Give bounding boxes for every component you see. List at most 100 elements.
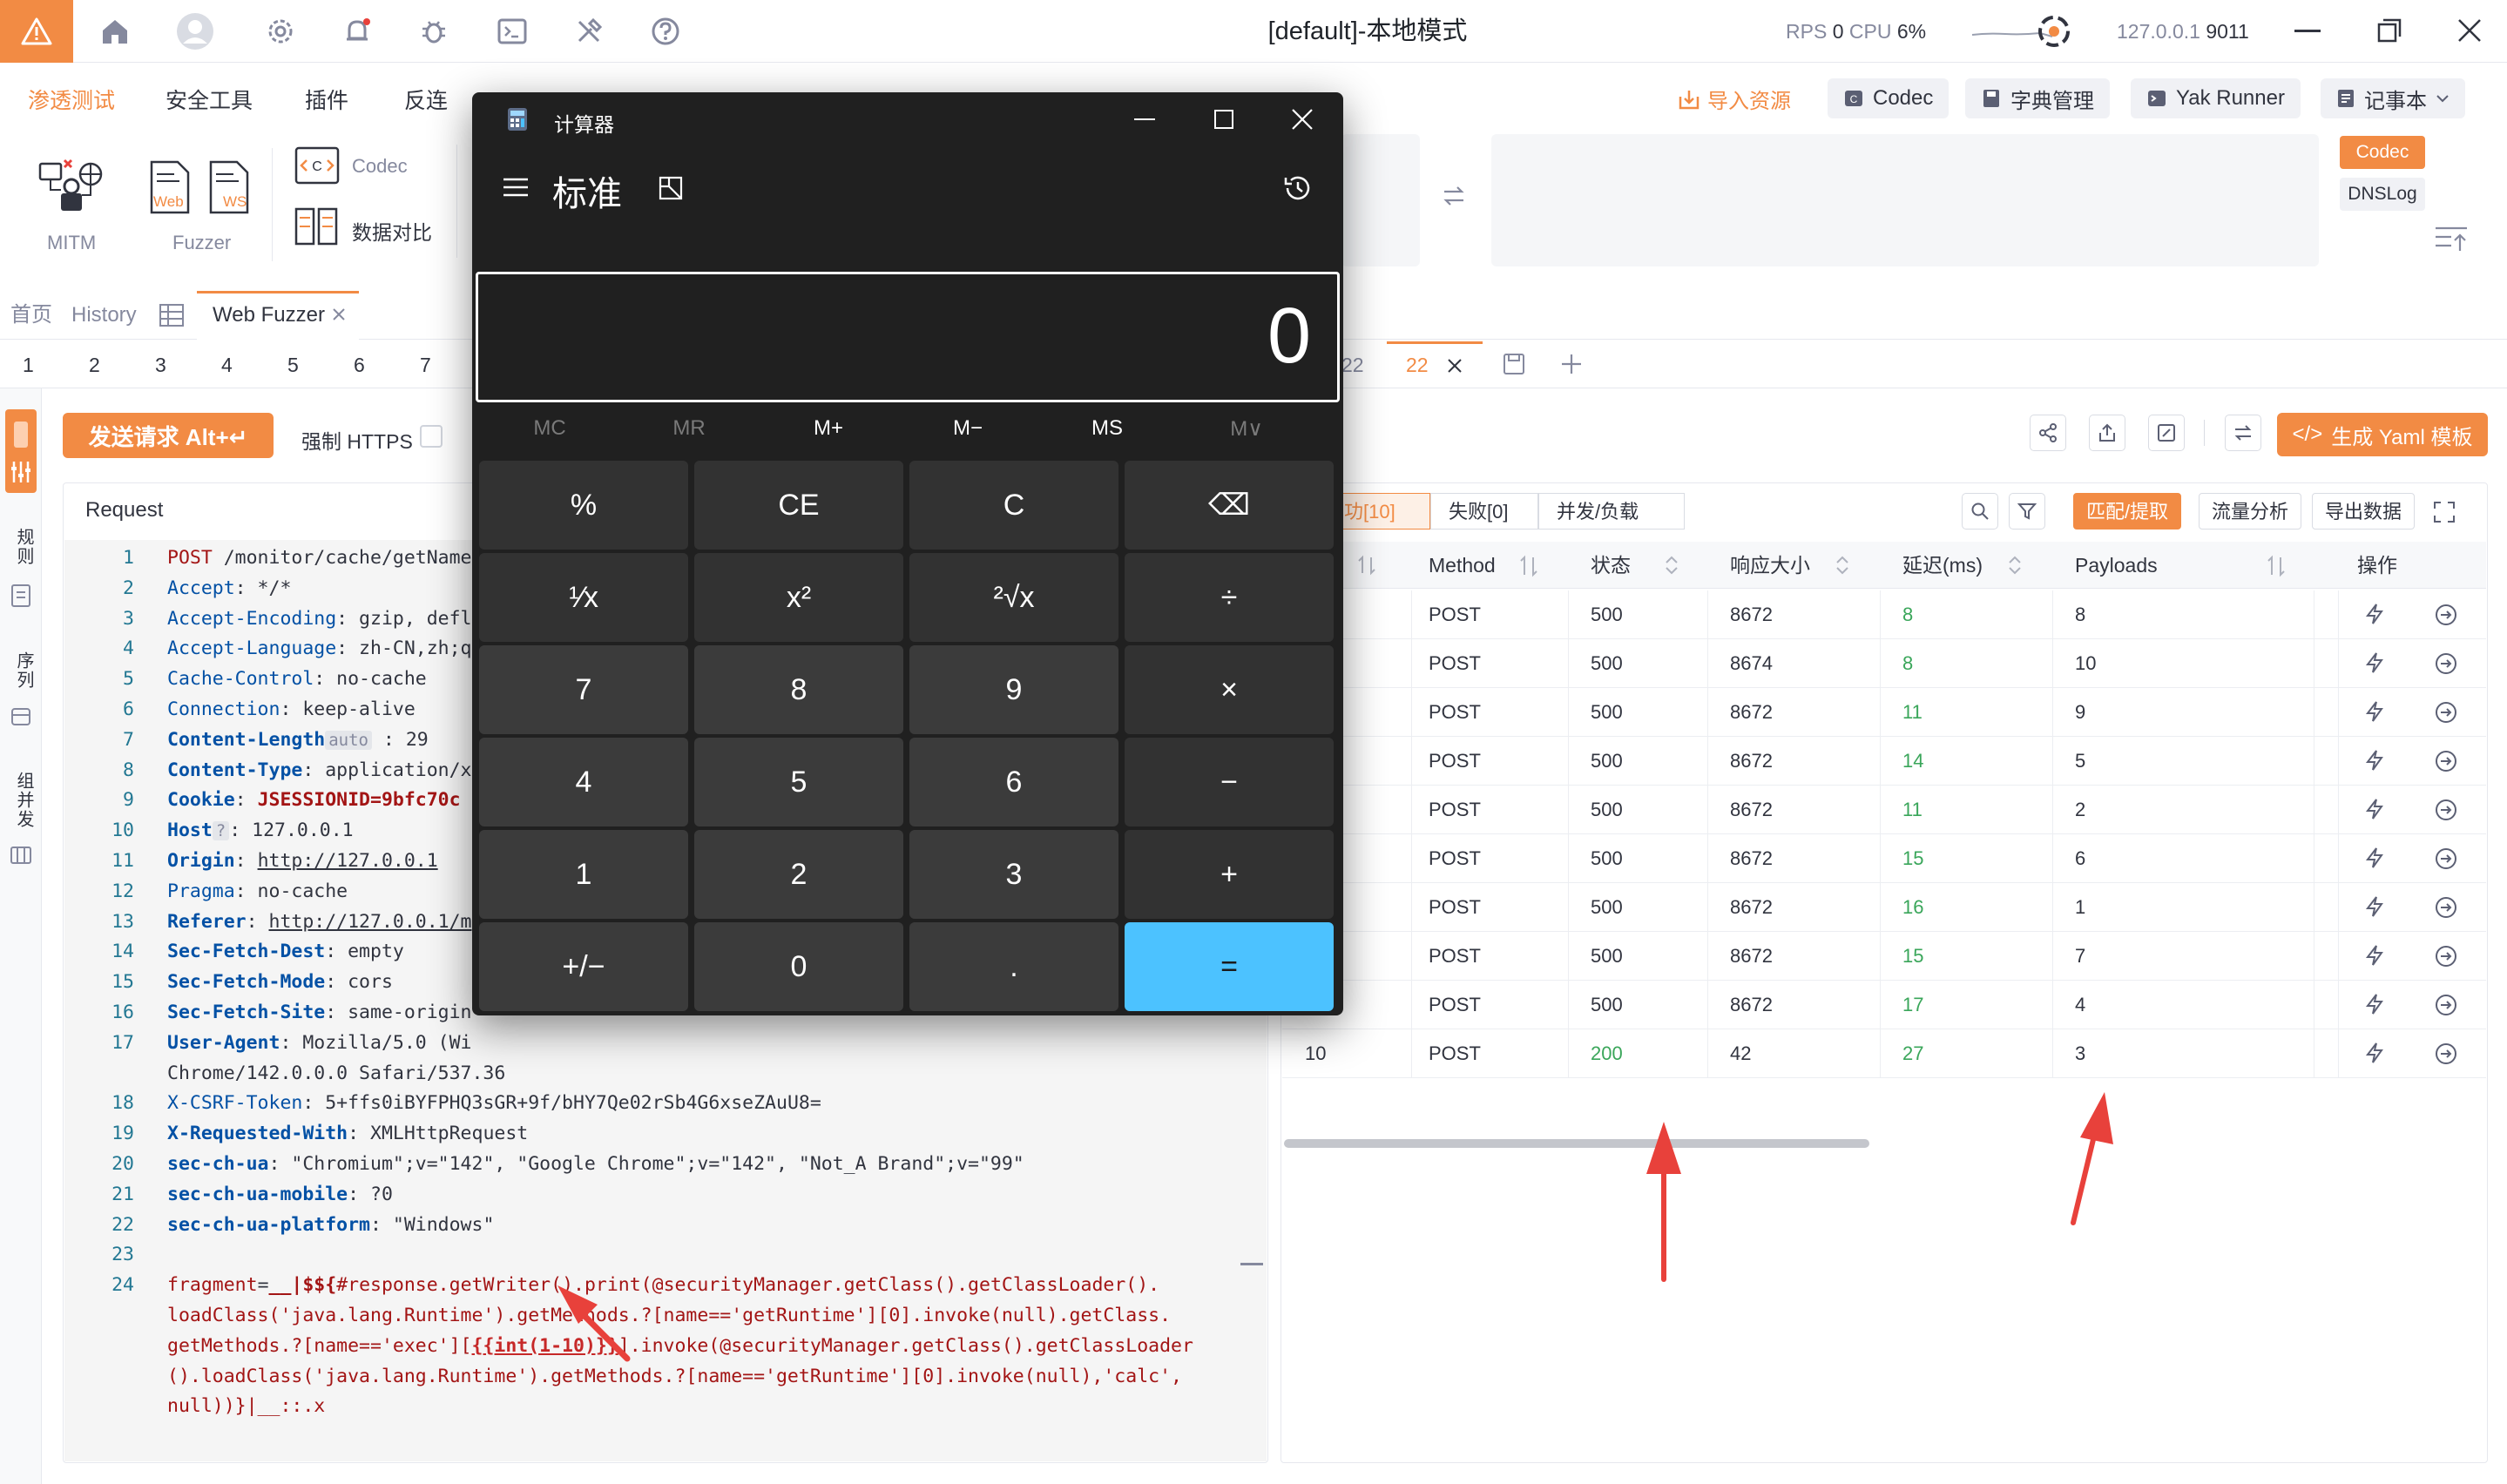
col-delay[interactable]: 延迟(ms) [1902,542,1983,589]
keep-on-top-icon[interactable] [657,174,685,202]
lightning-icon[interactable] [2364,993,2385,1015]
export-icon[interactable] [2089,415,2125,451]
page-tab-3[interactable]: 3 [155,341,166,388]
codec-side-tag[interactable]: Codec [2340,136,2425,169]
generate-yaml-button[interactable]: </> 生成 Yaml 模板 [2277,413,2488,456]
page-tab-4[interactable]: 4 [221,341,233,388]
calc-key[interactable]: 8 [694,645,903,734]
calc-key[interactable]: − [1125,738,1334,826]
calc-key[interactable]: 1 [479,830,688,919]
calc-key[interactable]: +/− [479,922,688,1011]
horizontal-scrollbar[interactable] [1284,1139,1869,1148]
menu-tab-plugins[interactable]: 插件 [305,84,348,115]
nav-tab-home[interactable]: 首页 [10,291,52,340]
arrow-right-circle-icon[interactable] [2434,1042,2458,1066]
compare-icon[interactable] [293,206,341,247]
lightning-icon[interactable] [2364,1042,2385,1064]
col-payloads[interactable]: Payloads [2075,542,2158,589]
memory-button[interactable]: M+ [759,416,898,441]
codec-button[interactable]: C Codec [1828,78,1950,118]
tab-fail[interactable]: 失败[0] [1430,493,1538,530]
mitm-icon[interactable] [35,155,113,219]
traffic-analysis-button[interactable]: 流量分析 [2199,493,2302,530]
calc-key[interactable]: 7 [479,645,688,734]
memory-button[interactable]: MR [619,416,759,441]
avatar[interactable] [176,12,214,51]
sort-icon[interactable] [1662,554,1681,577]
lightning-icon[interactable] [2364,798,2385,820]
force-https-checkbox[interactable] [420,425,443,448]
yak-runner-button[interactable]: Yak Runner [2131,78,2301,118]
page-tab-22-prev[interactable]: 22 [1341,341,1364,388]
concurrency-side-tab[interactable]: 组并发 [5,772,37,829]
calc-key[interactable]: ¹⁄x [479,553,688,642]
memory-button[interactable]: M− [898,416,1037,441]
share-icon[interactable] [2030,415,2066,451]
add-tab-icon[interactable] [1559,352,1584,376]
sort-icon[interactable] [1833,554,1852,577]
col-method[interactable]: Method [1429,542,1496,589]
menu-tab-security-tools[interactable]: 安全工具 [166,84,253,115]
help-icon[interactable] [646,12,685,51]
terminal-icon[interactable] [493,12,531,51]
menu-icon[interactable] [502,176,530,199]
arrow-right-circle-icon[interactable] [2434,895,2458,920]
lightning-icon[interactable] [2364,749,2385,772]
calc-key[interactable]: 3 [909,830,1118,919]
calc-key[interactable]: ÷ [1125,553,1334,642]
calc-key[interactable]: 6 [909,738,1118,826]
rules-side-tab[interactable]: 规则 [5,528,37,566]
col-size[interactable]: 响应大小 [1730,542,1810,589]
gear-icon[interactable] [261,12,300,51]
nav-tab-history[interactable]: History [71,291,137,340]
page-tab-5[interactable]: 5 [287,341,299,388]
calc-key[interactable]: . [909,922,1118,1011]
calc-key[interactable]: 5 [694,738,903,826]
match-extract-button[interactable]: 匹配/提取 [2073,493,2182,530]
arrow-right-circle-icon[interactable] [2434,749,2458,773]
calc-key[interactable]: ²√x [909,553,1118,642]
minimize-button[interactable] [2294,30,2321,32]
calc-close-button[interactable] [1291,108,1314,131]
arrow-right-circle-icon[interactable] [2434,651,2458,676]
calc-minimize-button[interactable] [1134,118,1155,120]
page-tab-22-active[interactable] [1387,341,1483,388]
warning-icon[interactable] [0,0,73,63]
send-request-button[interactable]: 发送请求 Alt+↵ [63,413,274,458]
save-icon[interactable] [1502,352,1526,376]
lightning-icon[interactable] [2364,847,2385,869]
calc-key[interactable]: x² [694,553,903,642]
arrow-right-circle-icon[interactable] [2434,993,2458,1017]
calc-key[interactable]: 4 [479,738,688,826]
memory-button[interactable]: M∨ [1177,416,1316,442]
swap-icon[interactable] [1441,183,1467,209]
lightning-icon[interactable] [2364,944,2385,967]
menu-tab-pentest[interactable]: 渗透测试 [28,84,115,115]
config-side-tab[interactable] [5,409,37,493]
arrow-right-circle-icon[interactable] [2434,847,2458,871]
arrow-right-circle-icon[interactable] [2434,603,2458,627]
sort-icon[interactable] [2267,552,2286,578]
fullscreen-icon[interactable] [2432,500,2456,524]
col-status[interactable]: 状态 [1591,542,1631,589]
sequence-side-tab[interactable]: 序列 [5,651,37,690]
lightning-icon[interactable] [2364,700,2385,723]
tools-icon[interactable] [570,12,608,51]
close-window-button[interactable] [2456,17,2483,44]
memory-button[interactable]: MS [1037,416,1177,441]
arrow-right-circle-icon[interactable] [2434,798,2458,822]
calc-key[interactable]: 0 [694,922,903,1011]
codec-tool-icon[interactable]: C [293,145,341,186]
notebook-button[interactable]: 记事本 [2321,78,2465,118]
menu-tab-reverse[interactable]: 反连 [404,84,448,115]
memory-button[interactable]: MC [480,416,619,441]
calc-key[interactable]: 9 [909,645,1118,734]
calc-key[interactable]: C [909,461,1118,550]
collapse-up-icon[interactable] [2434,225,2469,254]
arrow-right-circle-icon[interactable] [2434,700,2458,725]
swap-icon[interactable] [2225,415,2261,451]
close-icon[interactable] [331,307,347,322]
calc-key[interactable]: ⌫ [1125,461,1334,550]
import-resource-button[interactable]: 导入资源 [1678,84,1791,114]
page-tab-1[interactable]: 1 [23,341,34,388]
